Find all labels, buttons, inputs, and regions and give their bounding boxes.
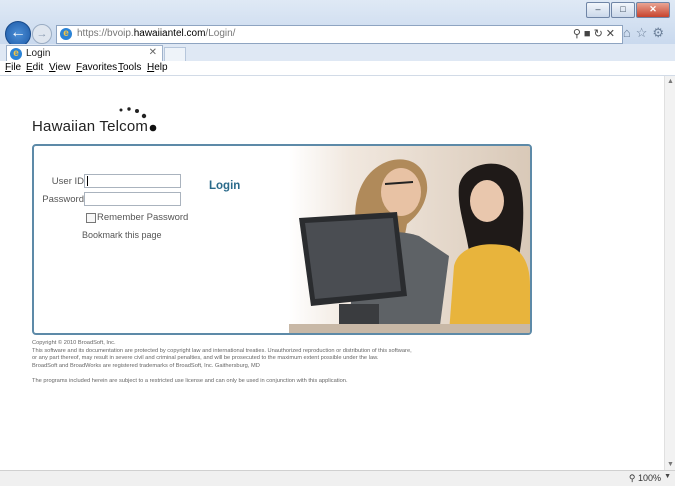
toolbar-icons: ⌂☆⚙: [623, 25, 669, 41]
menu-edit[interactable]: Edit: [26, 62, 43, 73]
new-tab-button[interactable]: [164, 47, 186, 62]
refresh-icon[interactable]: ↻: [594, 28, 606, 40]
maximize-button[interactable]: □: [611, 2, 635, 18]
user-id-label: User ID: [51, 176, 84, 187]
tab-close-icon[interactable]: ✕: [149, 47, 157, 58]
legal-line-2: or any part thereof, may result in sever…: [32, 355, 379, 362]
menu-favorites[interactable]: Favorites: [76, 62, 117, 73]
address-bar[interactable]: e https://bvoip.hawaiiantel.com/Login/ ⚲…: [56, 25, 623, 44]
login-title: Login: [209, 180, 241, 192]
user-id-input[interactable]: [84, 174, 181, 188]
close-window-button[interactable]: ✕: [636, 2, 670, 18]
license-text: The programs included herein are subject…: [32, 377, 348, 384]
footer: Copyright © 2010 BroadSoft, Inc. This so…: [32, 340, 592, 386]
menu-bar: File Edit View Favorites Tools Help: [0, 61, 675, 76]
zoom-icon: ⚲: [628, 473, 636, 483]
password-input[interactable]: [84, 192, 181, 206]
trademark-text: BroadSoft and BroadWorks are registered …: [32, 363, 260, 370]
home-icon[interactable]: ⌂: [623, 25, 636, 40]
search-icon[interactable]: ⚲: [573, 28, 584, 40]
password-label: Password: [42, 194, 84, 205]
menu-view[interactable]: View: [49, 62, 71, 73]
login-panel: User ID Password Login Remember Password…: [32, 144, 532, 335]
stop-icon[interactable]: ✕: [606, 28, 618, 40]
menu-tools[interactable]: Tools: [118, 62, 141, 73]
copyright-text: Copyright © 2010 BroadSoft, Inc.: [32, 340, 116, 346]
ie-icon: e: [60, 28, 72, 40]
remember-password-label[interactable]: Remember Password: [97, 212, 188, 223]
menu-file[interactable]: File: [5, 62, 21, 73]
ie-icon: e: [10, 48, 22, 60]
menu-help[interactable]: Help: [147, 62, 168, 73]
scroll-down-icon[interactable]: ▼: [667, 461, 674, 468]
zoom-dropdown-icon[interactable]: ▼: [664, 473, 671, 480]
window-controls: – □ ✕: [586, 2, 670, 18]
zoom-level[interactable]: ⚲ 100%: [629, 473, 661, 484]
page-content: Hawaiian Telcom User ID Password Login R…: [0, 76, 665, 470]
tab-row: e Login ✕: [0, 44, 675, 62]
logo-text: Hawaiian Telcom: [32, 118, 149, 135]
tab-title: Login: [26, 48, 51, 59]
scroll-up-icon[interactable]: ▲: [667, 78, 674, 85]
forward-icon[interactable]: →: [32, 24, 52, 44]
minimize-button[interactable]: –: [586, 2, 610, 18]
gear-icon[interactable]: ⚙: [652, 25, 669, 40]
legal-line-1: This software and its documentation are …: [32, 347, 412, 354]
favorites-star-icon[interactable]: ☆: [636, 25, 653, 40]
vertical-scrollbar[interactable]: ▲ ▼: [664, 76, 675, 470]
url-text: https://bvoip.hawaiiantel.com/Login/: [77, 28, 236, 39]
hero-photo: [289, 146, 530, 333]
bookmark-link[interactable]: Bookmark this page: [82, 230, 162, 240]
remember-password-checkbox[interactable]: [86, 213, 96, 223]
tab-login[interactable]: e Login ✕: [6, 45, 163, 62]
lock-icon[interactable]: ■: [584, 28, 594, 40]
browser-titlebar: – □ ✕ ← → e https://bvoip.hawaiiantel.co…: [0, 0, 675, 47]
status-bar: ⚲ 100% ▼: [0, 470, 675, 486]
address-bar-icons: ⚲■↻✕: [573, 27, 618, 40]
